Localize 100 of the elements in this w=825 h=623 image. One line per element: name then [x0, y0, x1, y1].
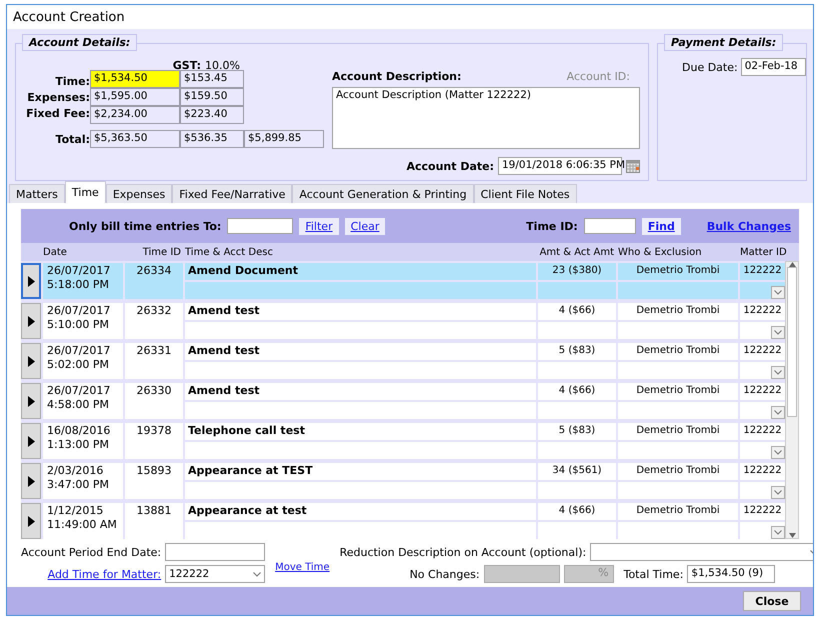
description-cell: Appearance at TEST — [185, 463, 536, 480]
filter-link[interactable]: Filter — [299, 218, 339, 234]
calendar-icon[interactable] — [626, 160, 640, 172]
gst-field: $153.45 — [180, 70, 244, 88]
dropdown-caret-icon — [774, 290, 782, 295]
amount-label: Fixed Fee: — [26, 106, 90, 120]
play-arrow-icon — [28, 276, 34, 286]
dropdown-button[interactable] — [771, 366, 785, 379]
column-header: Matter ID — [739, 246, 788, 258]
tab[interactable]: Matters — [9, 184, 65, 203]
row-selector[interactable] — [21, 383, 41, 419]
description-field[interactable]: Account Description (Matter 122222) — [332, 87, 640, 149]
group-legend: Payment Details: — [664, 34, 784, 51]
period-end-field[interactable] — [165, 543, 266, 561]
who-cell: Demetrio Trombi — [618, 343, 738, 360]
who-cell: Demetrio Trombi — [618, 423, 738, 440]
date-cell: 1/12/2015 11:49:00 AM — [43, 503, 123, 539]
filter-label: Only bill time entries To: — [69, 220, 222, 232]
amount-cell: 5 ($83) — [538, 343, 616, 360]
dropdown-button[interactable] — [771, 446, 785, 459]
time-id-field[interactable] — [584, 218, 636, 234]
row-selector[interactable] — [21, 503, 41, 539]
amount-field: $2,234.00 — [90, 106, 180, 124]
time-id-cell: 26331 — [125, 343, 183, 379]
total-gst-field: $536.35 — [180, 130, 244, 148]
tab[interactable]: Account Generation & Printing — [292, 184, 474, 203]
matter-select[interactable]: 122222 — [165, 565, 266, 583]
time-id-label: Time ID: — [526, 220, 578, 232]
who-cell: Demetrio Trombi — [618, 303, 738, 320]
tab[interactable]: Client File Notes — [474, 184, 577, 203]
play-arrow-icon — [28, 356, 34, 366]
dropdown-caret-icon — [774, 370, 782, 375]
amount-label: Expenses: — [27, 90, 90, 104]
amount-field: $1,534.50 — [90, 70, 180, 88]
dropdown-caret-icon — [253, 572, 262, 576]
column-header: Date — [42, 246, 68, 258]
row-selector[interactable] — [21, 343, 41, 379]
dropdown-button[interactable] — [771, 286, 785, 299]
scrollbar[interactable] — [785, 261, 799, 539]
date-cell: 26/07/2017 5:10:00 PM — [43, 303, 123, 339]
matter-id-cell: 122222 — [740, 263, 785, 280]
clear-link[interactable]: Clear — [344, 218, 386, 234]
total-time-label: Total Time: — [624, 568, 684, 580]
dropdown-caret-icon — [774, 530, 782, 535]
date-cell: 26/07/2017 4:58:00 PM — [43, 383, 123, 419]
who-cell: Demetrio Trombi — [618, 463, 738, 480]
who-cell: Demetrio Trombi — [618, 263, 738, 280]
tab[interactable]: Fixed Fee/Narrative — [172, 184, 292, 203]
total-amount-field: $5,363.50 — [90, 130, 180, 148]
matter-id-cell: 122222 — [740, 503, 785, 520]
matter-id-cell: 122222 — [740, 423, 785, 440]
column-header: Who & Exclusion — [617, 246, 703, 258]
account-id-label: Account ID: — [566, 70, 630, 83]
column-header: Time & Acct Desc — [184, 246, 274, 258]
row-selector[interactable] — [21, 263, 41, 299]
dropdown-caret-icon — [774, 330, 782, 335]
row-selector[interactable] — [21, 463, 41, 499]
dropdown-button[interactable] — [771, 486, 785, 499]
dropdown-caret-icon — [774, 490, 782, 495]
dropdown-button[interactable] — [771, 326, 785, 339]
play-arrow-icon — [28, 396, 34, 406]
matter-id-cell: 122222 — [740, 463, 785, 480]
play-arrow-icon — [28, 476, 34, 486]
date-cell: 16/08/2016 1:13:00 PM — [43, 423, 123, 459]
date-cell: 26/07/2017 5:18:00 PM — [43, 263, 123, 299]
dropdown-caret-icon — [774, 450, 782, 455]
column-header: Time ID — [142, 246, 182, 258]
due-date-field[interactable]: 02-Feb-18 — [740, 58, 806, 76]
row-selector[interactable] — [21, 423, 41, 459]
add-time-link[interactable]: Add Time for Matter: — [48, 568, 162, 580]
period-end-label: Account Period End Date: — [21, 546, 162, 558]
amount-cell: 4 ($66) — [538, 383, 616, 400]
dropdown-button[interactable] — [771, 526, 785, 539]
account-date-field[interactable]: 19/01/2018 6:06:35 PM — [498, 157, 622, 175]
time-id-cell: 15893 — [125, 463, 183, 499]
grand-total-field: $5,899.85 — [244, 130, 324, 148]
gst-field: $159.50 — [180, 88, 244, 106]
description-cell: Amend Document — [185, 263, 536, 280]
account-date-label: Account Date: — [406, 160, 494, 172]
row-selector[interactable] — [21, 303, 41, 339]
date-cell: 2/03/2016 3:47:00 PM — [43, 463, 123, 499]
gst-field: $223.40 — [180, 106, 244, 124]
time-id-cell: 26334 — [125, 263, 183, 299]
description-cell: Amend test — [185, 383, 536, 400]
amount-field: $1,595.00 — [90, 88, 180, 106]
tab[interactable]: Time — [64, 181, 106, 203]
bulk-changes-link[interactable]: Bulk Changes — [706, 220, 791, 232]
find-link[interactable]: Find — [642, 218, 681, 234]
time-id-cell: 26332 — [125, 303, 183, 339]
description-label: Account Description: — [332, 70, 462, 83]
move-time-link[interactable]: Move Time — [275, 562, 330, 573]
filter-field[interactable] — [227, 218, 294, 234]
close-button[interactable]: Close — [743, 591, 801, 611]
dropdown-button[interactable] — [771, 406, 785, 419]
column-header: Amt & Act Amt — [538, 246, 615, 258]
reduction-select[interactable] — [590, 543, 813, 561]
tab[interactable]: Expenses — [106, 184, 172, 203]
gst-label: GST: — [172, 58, 202, 72]
who-cell: Demetrio Trombi — [618, 383, 738, 400]
amount-label: Time: — [55, 74, 90, 88]
